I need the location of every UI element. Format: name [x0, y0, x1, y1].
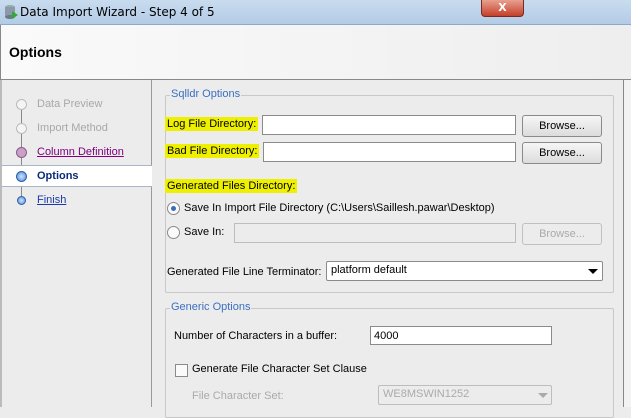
generated-dir-label: Generated Files Directory:	[165, 179, 298, 193]
step-icon	[16, 171, 27, 182]
browse-save-in-button[interactable]: Browse...	[522, 223, 602, 245]
step-icon	[16, 123, 27, 134]
step-label: Data Preview	[37, 98, 103, 110]
terminator-select[interactable]: platform default	[326, 261, 603, 281]
page-title: Options	[9, 44, 62, 60]
group-title: Sqlldr Options	[170, 88, 242, 100]
chevron-down-icon	[538, 393, 548, 398]
log-dir-label: Log File Directory:	[165, 117, 259, 131]
page-header: Options	[0, 25, 631, 80]
scrollbar[interactable]	[623, 80, 631, 407]
step-icon	[16, 147, 27, 158]
buffer-input[interactable]	[370, 326, 552, 345]
options-panel: Sqlldr Options Log File Directory: Brows…	[153, 80, 623, 418]
chevron-down-icon	[588, 269, 598, 274]
charset-select[interactable]: WE8MSWIN1252	[378, 385, 552, 405]
save-in-label[interactable]: Save In:	[184, 226, 224, 238]
buffer-label: Number of Characters in a buffer:	[174, 330, 338, 342]
title-bar: Data Import Wizard - Step 4 of 5 X	[0, 0, 631, 25]
step-icon	[16, 99, 27, 110]
browse-bad-button[interactable]: Browse...	[522, 142, 602, 164]
save-in-import-label[interactable]: Save In Import File Directory (C:\Users\…	[184, 202, 495, 214]
step-label[interactable]: Finish	[37, 194, 66, 206]
group-title: Generic Options	[170, 301, 252, 313]
step-import-method: Import Method	[2, 118, 152, 140]
charset-value: WE8MSWIN1252	[383, 388, 470, 400]
window-title: Data Import Wizard - Step 4 of 5	[20, 5, 215, 19]
wizard-steps: Data Preview Import Method Column Defini…	[0, 80, 152, 407]
step-data-preview: Data Preview	[2, 94, 152, 116]
close-button[interactable]: X	[481, 0, 524, 17]
terminator-value: platform default	[331, 264, 407, 276]
step-options[interactable]: Options	[2, 165, 152, 187]
bad-dir-input[interactable]	[263, 142, 516, 162]
step-finish[interactable]: Finish	[2, 190, 152, 212]
step-label: Options	[37, 170, 79, 182]
step-icon	[17, 196, 26, 205]
terminator-label: Generated File Line Terminator:	[167, 266, 322, 278]
step-label[interactable]: Column Definition	[37, 146, 124, 158]
charset-clause-checkbox[interactable]	[175, 364, 188, 377]
log-dir-input[interactable]	[262, 115, 516, 135]
bad-dir-label: Bad File Directory:	[165, 144, 260, 158]
charset-clause-label[interactable]: Generate File Character Set Clause	[192, 363, 367, 375]
database-icon	[5, 5, 18, 19]
step-column-definition[interactable]: Column Definition	[2, 142, 152, 164]
save-in-input[interactable]	[234, 223, 516, 243]
save-in-import-radio[interactable]	[167, 202, 180, 215]
step-label: Import Method	[37, 122, 108, 134]
charset-label: File Character Set:	[192, 390, 284, 402]
browse-log-button[interactable]: Browse...	[522, 115, 602, 137]
save-in-radio[interactable]	[167, 226, 180, 239]
